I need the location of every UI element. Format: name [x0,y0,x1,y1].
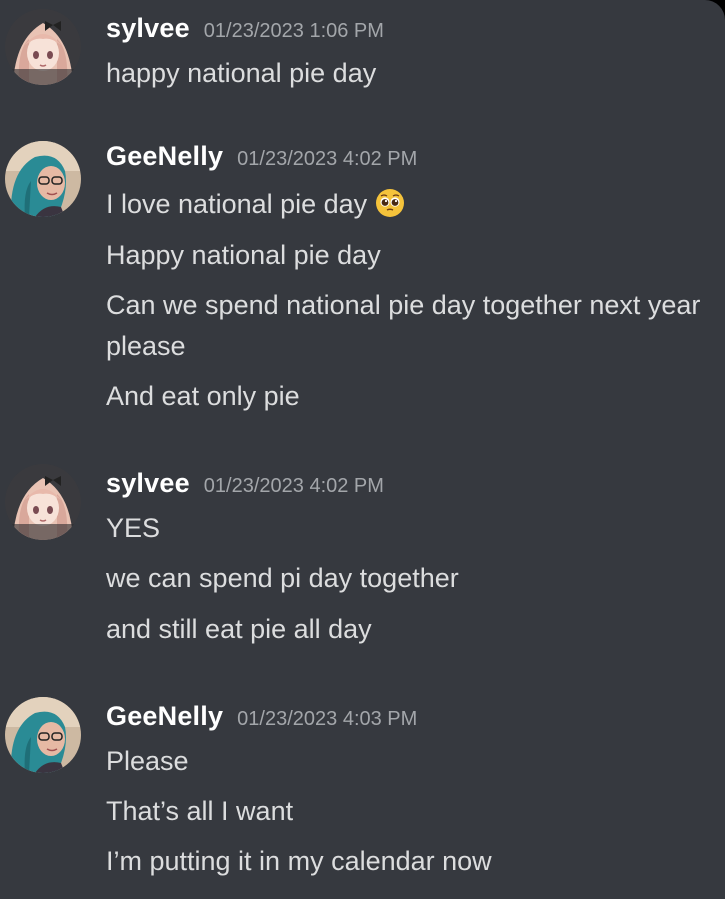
message-text: That’s all I want [106,796,294,826]
pleading-face-emoji-icon [375,188,405,230]
message-header: sylvee 01/23/2023 4:02 PM [106,466,384,500]
message-text: And eat only pie [106,381,300,411]
username[interactable]: sylvee [106,468,190,498]
avatar[interactable] [5,697,81,773]
anime-girl-avatar-icon [5,464,81,540]
message-text: I’m putting it in my calendar now [106,846,492,876]
message-text: Please [106,746,189,776]
message-text: we can spend pi day together [106,563,459,593]
message-text: Can we spend national pie day together n… [106,290,701,361]
username[interactable]: GeeNelly [106,141,223,171]
message-header: sylvee 01/23/2023 1:06 PM [106,11,384,45]
message-text: I love national pie day [106,184,706,230]
message-text: happy national pie day [106,58,377,88]
chat-panel: sylvee 01/23/2023 1:06 PM happy national … [0,0,725,899]
blue-hair-photo-avatar-icon [5,141,81,217]
message-header: GeeNelly 01/23/2023 4:02 PM [106,139,417,173]
anime-girl-avatar-icon [5,9,81,85]
message-text: Happy national pie day [106,240,381,270]
avatar[interactable] [5,464,81,540]
avatar[interactable] [5,9,81,85]
timestamp: 01/23/2023 4:02 PM [237,148,418,170]
timestamp: 01/23/2023 4:03 PM [237,708,418,730]
message-header: GeeNelly 01/23/2023 4:03 PM [106,699,417,733]
username[interactable]: GeeNelly [106,701,223,731]
username[interactable]: sylvee [106,13,190,43]
timestamp: 01/23/2023 4:02 PM [203,475,384,497]
avatar[interactable] [5,141,81,217]
message-text: and still eat pie all day [106,614,372,644]
message-text: YES [106,513,161,543]
timestamp: 01/23/2023 1:06 PM [203,20,384,42]
blue-hair-photo-avatar-icon [5,697,81,773]
